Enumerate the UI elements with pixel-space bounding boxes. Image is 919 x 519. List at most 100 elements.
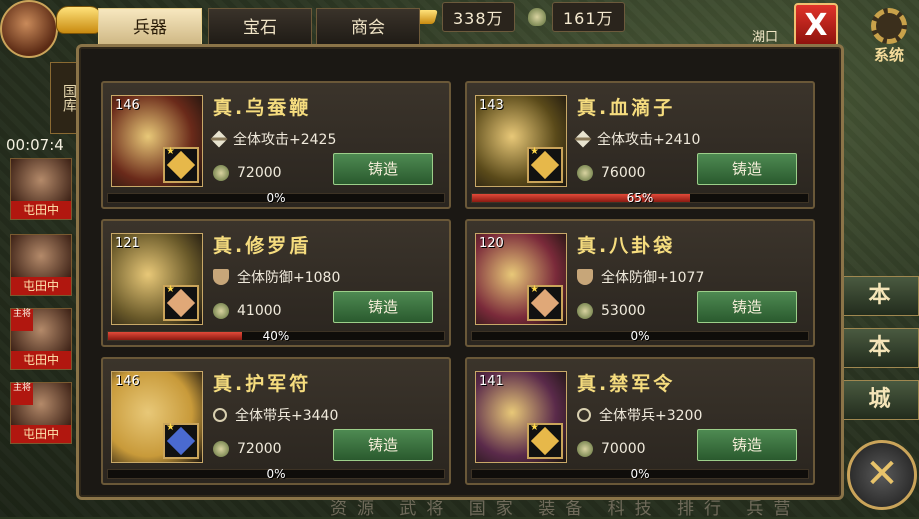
weapon-attribute: 全体攻击+2410: [574, 129, 701, 149]
forge-button[interactable]: 铸造: [697, 429, 797, 461]
weapon-level: 146: [115, 98, 140, 113]
weapon-name: 真.八卦袋: [577, 235, 676, 257]
sword-icon: [574, 130, 592, 148]
weapon-level: 146: [115, 374, 140, 389]
forge-cost: 76000: [577, 165, 646, 181]
forge-progress-bar: 0%: [107, 191, 445, 205]
troop-icon: [577, 408, 591, 422]
cost-amount: 53000: [601, 303, 646, 319]
weapon-card: 121 ★ 真.修罗盾全体防御+1080 41000 铸造 40%: [101, 219, 451, 347]
star-icon: ★: [530, 422, 539, 433]
gold-amount: 338万: [442, 2, 515, 32]
weapon-card: 120 ★ 真.八卦袋全体防御+1077 53000 铸造 0%: [465, 219, 815, 347]
gem-slot-icon[interactable]: ★: [527, 284, 563, 321]
weapon-card: 143 ★ 真.血滴子 全体攻击+2410 76000 铸造 65%: [465, 81, 815, 209]
right-menu-button[interactable]: 本: [840, 276, 919, 316]
right-menu-button[interactable]: 城: [840, 380, 919, 420]
weapon-name: 真.修罗盾: [213, 235, 312, 257]
weapon-image[interactable]: 120 ★: [475, 233, 567, 325]
forge-cost: 53000: [577, 303, 646, 319]
attribute-text: 全体带兵+3200: [599, 408, 703, 424]
weapon-attribute: 全体带兵+3200: [577, 405, 702, 425]
money-bag-icon: [213, 165, 229, 181]
forge-cost: 72000: [213, 441, 282, 457]
weapon-level: 121: [115, 236, 140, 251]
progress-label: 0%: [266, 191, 286, 205]
money-bag-icon: [577, 303, 593, 319]
star-icon: ★: [166, 146, 175, 157]
forge-cost: 70000: [577, 441, 646, 457]
forge-progress-bar: 0%: [471, 467, 809, 481]
forge-cost: 72000: [213, 165, 282, 181]
attribute-text: 全体攻击+2410: [597, 132, 701, 148]
weapon-image[interactable]: 141 ★: [475, 371, 567, 463]
money-bag-icon: [213, 441, 229, 457]
progress-label: 0%: [630, 329, 650, 343]
weapon-attribute: 全体防御+1080: [213, 267, 340, 287]
attribute-text: 全体防御+1080: [237, 270, 341, 286]
gem-slot-icon[interactable]: ★: [163, 422, 199, 459]
forge-button[interactable]: 铸造: [333, 291, 433, 323]
shield-icon: [577, 269, 593, 285]
gold-resource: 338万: [414, 2, 515, 32]
weapon-card: 146 ★ 真.护军符 全体带兵+3440 72000 铸造 0%: [101, 357, 451, 485]
hero-portrait[interactable]: 主将 屯田中: [10, 382, 72, 444]
weapon-attribute: 全体防御+1077: [577, 267, 704, 287]
star-icon: ★: [530, 284, 539, 295]
forge-panel: 146 ★ 真.乌蚕鞭 全体攻击+2425 72000 铸造 0% 143 ★ 真.血滴子 全体攻击…: [76, 44, 844, 500]
hero-portrait[interactable]: 主将 屯田中: [10, 308, 72, 370]
weapon-card: 141 ★ 真.禁军令全体带兵+3200 70000 铸造 0%: [465, 357, 815, 485]
star-icon: ★: [530, 146, 539, 157]
gem-slot-icon[interactable]: ★: [527, 146, 563, 183]
star-icon: ★: [166, 284, 175, 295]
tab-gems[interactable]: 宝石: [208, 8, 312, 46]
gem-slot-icon[interactable]: ★: [527, 422, 563, 459]
hero-status: 屯田中: [11, 425, 71, 443]
troop-icon: [213, 408, 227, 422]
close-button[interactable]: X: [794, 3, 838, 47]
weapon-image[interactable]: 146 ★: [111, 95, 203, 187]
task-timer: 00:07:4: [6, 136, 64, 154]
forge-button[interactable]: 铸造: [333, 153, 433, 185]
weapon-level: 143: [479, 98, 504, 113]
gold-ingot-icon[interactable]: [56, 6, 102, 34]
hero-status: 屯田中: [11, 351, 71, 369]
hero-portrait[interactable]: 屯田中: [10, 234, 72, 296]
right-menu-button[interactable]: 本: [840, 328, 919, 368]
tab-guild[interactable]: 商会: [316, 8, 420, 46]
forge-progress-bar: 0%: [107, 468, 445, 480]
weapon-name: 真.乌蚕鞭: [213, 97, 312, 119]
weapon-level: 120: [479, 236, 504, 251]
crossed-swords-button[interactable]: ✕: [847, 440, 917, 510]
hero-portrait[interactable]: 屯田中: [10, 158, 72, 220]
forge-button[interactable]: 铸造: [697, 291, 797, 323]
progress-label: 0%: [630, 467, 650, 481]
shield-icon: [213, 269, 229, 285]
money-bag-icon: [577, 441, 593, 457]
weapon-image[interactable]: 146 ★: [111, 371, 203, 463]
city-name: 湖口: [752, 30, 779, 45]
weapon-attribute: 全体带兵+3440: [213, 405, 338, 425]
forge-cost: 41000: [213, 303, 282, 319]
progress-label: 40%: [262, 329, 290, 343]
progress-label: 65%: [626, 191, 654, 205]
cost-amount: 72000: [237, 165, 282, 181]
forge-progress-bar: 65%: [471, 191, 809, 205]
forge-button[interactable]: 铸造: [697, 153, 797, 185]
tab-weapons[interactable]: 兵器: [98, 8, 202, 46]
weapon-name: 真.禁军令: [577, 373, 676, 395]
money-resource: 161万: [528, 2, 625, 32]
cost-amount: 72000: [237, 441, 282, 457]
gem-slot-icon[interactable]: ★: [163, 146, 199, 183]
weapon-image[interactable]: 143 ★: [475, 95, 567, 187]
player-avatar[interactable]: [0, 0, 58, 58]
cost-amount: 70000: [601, 441, 646, 457]
money-bag-icon: [213, 303, 229, 319]
system-button[interactable]: 系统: [860, 8, 918, 65]
main-general-badge: 主将: [11, 309, 33, 331]
weapon-image[interactable]: 121 ★: [111, 233, 203, 325]
weapon-card: 146 ★ 真.乌蚕鞭 全体攻击+2425 72000 铸造 0%: [101, 81, 451, 209]
forge-button[interactable]: 铸造: [333, 429, 433, 461]
main-general-badge: 主将: [11, 383, 33, 405]
gem-slot-icon[interactable]: ★: [163, 284, 199, 321]
